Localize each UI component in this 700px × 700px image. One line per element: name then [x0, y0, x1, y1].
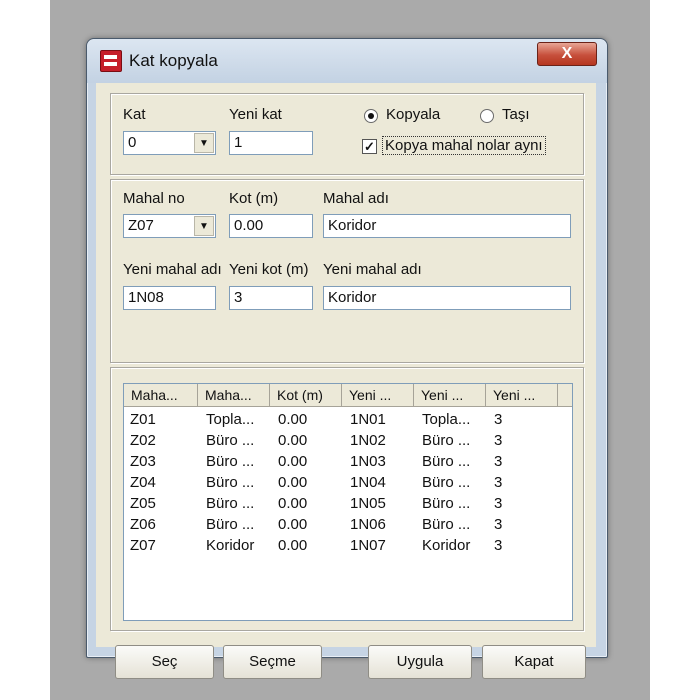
table-row[interactable]: Z07 Koridor 0.00 1N07 Koridor 3	[124, 535, 572, 556]
app-icon	[100, 50, 122, 72]
dialog-client-area: Kat Yeni kat 1 Kopyala Taşı ✓ Kopya maha…	[96, 83, 596, 679]
table-cell: Büro ...	[206, 495, 255, 512]
kat-combo-value: 0	[128, 134, 137, 151]
kopya-checkbox-label[interactable]: Kopya mahal nolar aynı	[382, 136, 546, 155]
table-cell: 1N07	[350, 537, 386, 554]
column-header[interactable]: Maha...	[198, 384, 270, 406]
table-cell: 1N01	[350, 411, 386, 428]
table-cell: Büro ...	[206, 432, 255, 449]
table-cell: Büro ...	[206, 453, 255, 470]
room-list[interactable]: Maha... Maha... Kot (m) Yeni ... Yeni ..…	[123, 383, 573, 621]
yeni-kat-field[interactable]: 1	[229, 131, 313, 155]
chevron-down-icon[interactable]: ▼	[194, 133, 214, 153]
table-cell: Büro ...	[206, 516, 255, 533]
table-cell: 3	[494, 474, 503, 491]
table-cell: Büro ...	[422, 432, 471, 449]
yeni-mahal-no-label: Yeni mahal adı	[123, 261, 222, 278]
kot-field[interactable]: 0.00	[229, 214, 313, 238]
uygula-button[interactable]: Uygula	[368, 645, 472, 679]
secme-button[interactable]: Seçme	[223, 645, 322, 679]
tasi-radio-label[interactable]: Taşı	[502, 106, 530, 123]
table-row[interactable]: Z03 Büro ... 0.00 1N03 Büro ... 3	[124, 451, 572, 472]
table-cell: 1N04	[350, 474, 386, 491]
table-cell: Koridor	[206, 537, 255, 554]
kot-label: Kot (m)	[229, 190, 279, 207]
table-cell: 3	[494, 495, 503, 512]
kat-combo[interactable]: 0 ▼	[123, 131, 216, 155]
table-row[interactable]: Z02 Büro ... 0.00 1N02 Büro ... 3	[124, 430, 572, 451]
table-cell: Büro ...	[422, 516, 471, 533]
table-cell: Topla...	[206, 411, 255, 428]
table-cell: 0.00	[278, 474, 308, 491]
mahal-no-label: Mahal no	[123, 190, 185, 207]
yeni-mahal-adi-field[interactable]: Koridor	[323, 286, 571, 310]
yeni-mahal-no-field[interactable]: 1N08	[123, 286, 216, 310]
table-cell: Z05	[130, 495, 156, 512]
mahal-no-combo[interactable]: Z07 ▼	[123, 214, 216, 238]
table-cell: Koridor	[422, 537, 471, 554]
table-cell: 0.00	[278, 432, 308, 449]
kopyala-radio-label[interactable]: Kopyala	[386, 106, 440, 123]
table-cell: 0.00	[278, 453, 308, 470]
close-button[interactable]: X	[537, 42, 597, 66]
table-cell: 0.00	[278, 495, 308, 512]
table-cell: Z01	[130, 411, 156, 428]
kapat-button[interactable]: Kapat	[482, 645, 586, 679]
table-row[interactable]: Z01 Topla... 0.00 1N01 Topla... 3	[124, 409, 572, 430]
table-cell: 0.00	[278, 411, 308, 428]
table-cell: Topla...	[422, 411, 471, 428]
table-cell: 3	[494, 432, 503, 449]
table-cell: 0.00	[278, 537, 308, 554]
title-bar[interactable]: Kat kopyala X	[87, 39, 607, 83]
column-header[interactable]: Yeni ...	[414, 384, 486, 406]
tasi-radio[interactable]	[480, 109, 494, 123]
table-cell: 1N03	[350, 453, 386, 470]
table-row[interactable]: Z04 Büro ... 0.00 1N04 Büro ... 3	[124, 472, 572, 493]
table-cell: Z06	[130, 516, 156, 533]
table-cell: 3	[494, 537, 503, 554]
table-cell: Z03	[130, 453, 156, 470]
table-row[interactable]: Z06 Büro ... 0.00 1N06 Büro ... 3	[124, 514, 572, 535]
table-cell: 0.00	[278, 516, 308, 533]
kopyala-radio[interactable]	[364, 109, 378, 123]
sec-button[interactable]: Seç	[115, 645, 214, 679]
table-cell: Büro ...	[206, 474, 255, 491]
table-cell: Z07	[130, 537, 156, 554]
table-cell: 3	[494, 411, 503, 428]
mahal-adi-field[interactable]: Koridor	[323, 214, 571, 238]
mahal-adi-label: Mahal adı	[323, 190, 389, 207]
table-cell: 3	[494, 516, 503, 533]
yeni-kot-field[interactable]: 3	[229, 286, 313, 310]
table-cell: Büro ...	[422, 495, 471, 512]
yeni-mahal-adi-label: Yeni mahal adı	[323, 261, 422, 278]
mahal-no-combo-value: Z07	[128, 217, 154, 234]
table-cell: 1N06	[350, 516, 386, 533]
list-header: Maha... Maha... Kot (m) Yeni ... Yeni ..…	[124, 384, 572, 407]
table-cell: 3	[494, 453, 503, 470]
table-cell: Z02	[130, 432, 156, 449]
table-cell: Büro ...	[422, 474, 471, 491]
column-header[interactable]: Kot (m)	[270, 384, 342, 406]
kat-label: Kat	[123, 106, 146, 123]
window-title: Kat kopyala	[129, 51, 218, 70]
table-cell: Büro ...	[422, 453, 471, 470]
dialog-window: Kat kopyala X Kat Yeni kat 1 Kopyala Taş…	[86, 38, 608, 679]
chevron-down-icon[interactable]: ▼	[194, 216, 214, 236]
yeni-kat-label: Yeni kat	[229, 106, 282, 123]
column-header[interactable]: Yeni ...	[486, 384, 558, 406]
table-row[interactable]: Z05 Büro ... 0.00 1N05 Büro ... 3	[124, 493, 572, 514]
kopya-checkbox[interactable]: ✓	[362, 139, 377, 154]
table-cell: Z04	[130, 474, 156, 491]
table-cell: 1N02	[350, 432, 386, 449]
table-cell: 1N05	[350, 495, 386, 512]
column-header[interactable]: Maha...	[124, 384, 198, 406]
column-header[interactable]: Yeni ...	[342, 384, 414, 406]
yeni-kot-label: Yeni kot (m)	[229, 261, 309, 278]
